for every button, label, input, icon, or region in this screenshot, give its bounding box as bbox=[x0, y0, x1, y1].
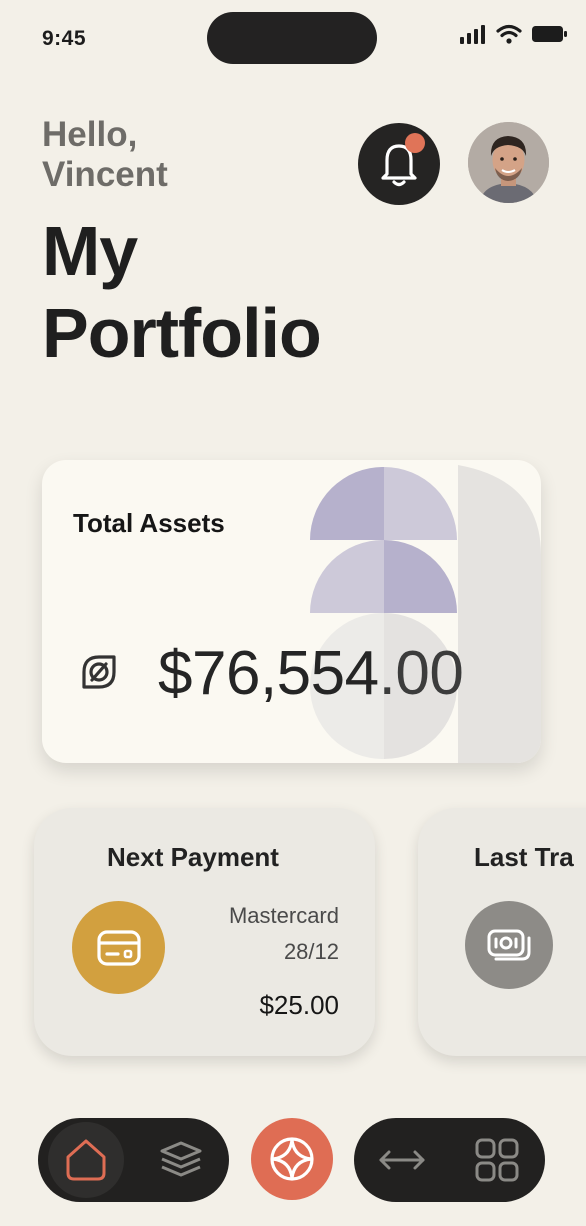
notifications-button[interactable] bbox=[358, 123, 440, 205]
cash-icon bbox=[487, 929, 531, 961]
greeting-name: Vincent bbox=[42, 155, 168, 194]
leaf-icon bbox=[82, 655, 116, 689]
grid-icon bbox=[475, 1138, 519, 1182]
greeting: Hello, Vincent bbox=[42, 115, 168, 195]
page-title: My Portfolio bbox=[42, 210, 322, 374]
profile-photo bbox=[468, 122, 549, 203]
decorative-shapes bbox=[310, 465, 541, 763]
status-time: 9:45 bbox=[42, 27, 87, 50]
signal-icon bbox=[460, 25, 485, 44]
last-transaction-title: Last Tra bbox=[474, 842, 574, 872]
amount-main: $76,554 bbox=[158, 639, 379, 708]
payment-amount: $25.00 bbox=[259, 990, 339, 1020]
next-payment-title: Next Payment bbox=[107, 842, 279, 872]
nav-explore-button[interactable] bbox=[251, 1118, 333, 1200]
last-transaction-card[interactable]: Last Tra bbox=[418, 808, 586, 1056]
payment-date: 28/12 bbox=[283, 939, 339, 964]
app-screen: 9:45 Hello, Vincent My Portfolio Total A… bbox=[0, 0, 586, 1226]
next-payment-card[interactable]: Next Payment Mastercard 28/12 $25.00 bbox=[34, 808, 375, 1056]
page-title-line2: Portfolio bbox=[42, 294, 322, 372]
card-brand: Mastercard bbox=[228, 903, 339, 928]
dynamic-island bbox=[207, 12, 377, 64]
avatar[interactable] bbox=[468, 122, 549, 203]
battery-icon bbox=[532, 26, 567, 42]
greeting-hello: Hello, bbox=[42, 115, 138, 154]
notification-badge bbox=[405, 133, 425, 153]
nav-layers-button[interactable] bbox=[143, 1122, 219, 1198]
transfer-icon bbox=[379, 1150, 425, 1170]
wifi-icon bbox=[496, 24, 522, 44]
nav-transfer-button[interactable] bbox=[364, 1122, 440, 1198]
nav-home-button[interactable] bbox=[48, 1122, 124, 1198]
home-icon bbox=[66, 1139, 106, 1181]
page-title-line1: My bbox=[42, 212, 138, 290]
credit-card-icon-badge bbox=[72, 901, 165, 994]
total-assets-card[interactable]: Total Assets $76,554.00 bbox=[42, 460, 541, 763]
status-icons bbox=[460, 24, 568, 44]
nav-grid-button[interactable] bbox=[459, 1122, 535, 1198]
total-assets-label: Total Assets bbox=[73, 508, 225, 538]
total-assets-amount: $76,554.00 bbox=[158, 638, 464, 709]
compass-icon bbox=[270, 1137, 314, 1181]
amount-cents: .00 bbox=[378, 639, 464, 708]
layers-icon bbox=[160, 1141, 202, 1177]
credit-card-icon bbox=[96, 929, 141, 966]
cash-icon-badge bbox=[465, 901, 553, 989]
